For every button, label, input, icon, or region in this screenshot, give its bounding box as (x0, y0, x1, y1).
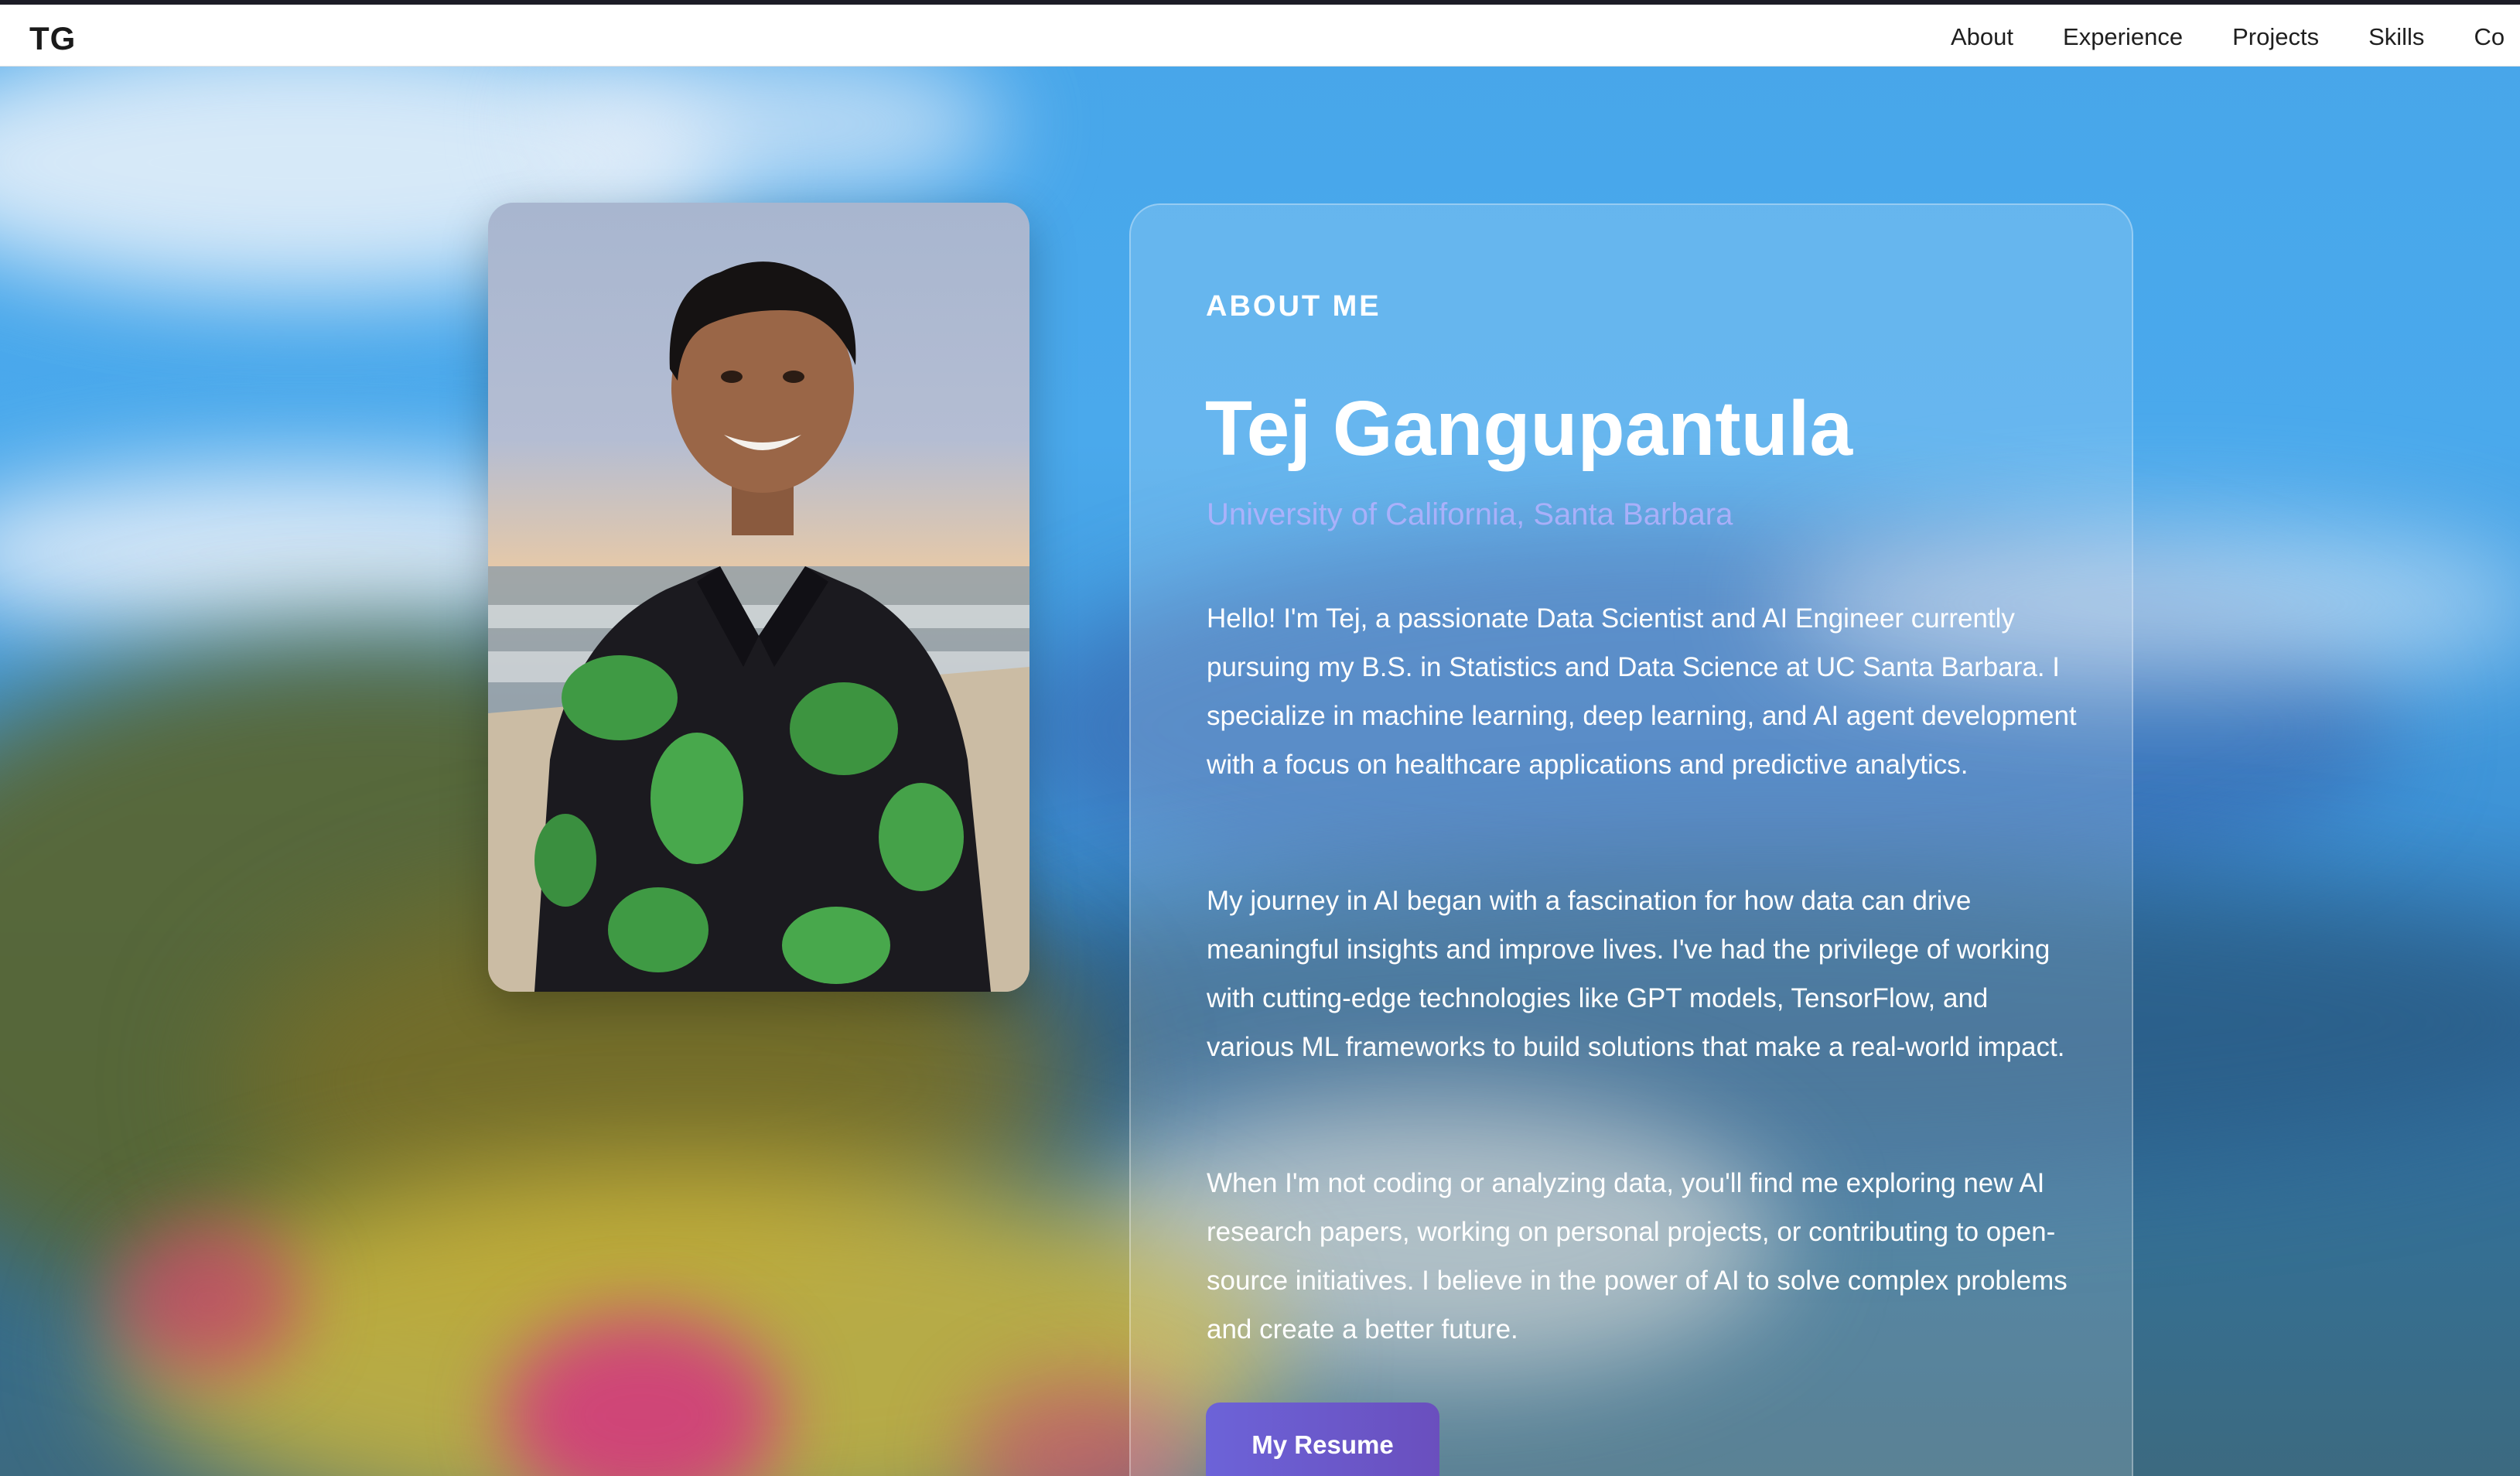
about-paragraph: Hello! I'm Tej, a passionate Data Scient… (1207, 603, 2077, 780)
site-logo[interactable]: TG (29, 20, 76, 57)
nav-links: About Experience Projects Skills Co (1951, 23, 2520, 51)
nav-link-skills[interactable]: Skills (2368, 23, 2424, 51)
profile-photo-illustration (488, 261, 1030, 992)
profile-name: Tej Gangupantula (1205, 385, 1853, 472)
nav-link-experience[interactable]: Experience (2063, 23, 2183, 51)
about-card: ABOUT ME Tej Gangupantula University of … (1129, 203, 2133, 1476)
nav-link-contact[interactable]: Co (2474, 23, 2505, 51)
about-paragraph: My journey in AI began with a fascinatio… (1207, 886, 2065, 1062)
profile-photo (488, 203, 1030, 992)
resume-button[interactable]: My Resume (1206, 1403, 1439, 1476)
nav-link-about[interactable]: About (1951, 23, 2013, 51)
section-eyebrow: ABOUT ME (1206, 290, 1381, 323)
background-cloud (541, 46, 1006, 201)
background-flowers (116, 1222, 302, 1377)
top-navbar: TG About Experience Projects Skills Co (0, 0, 2520, 67)
about-paragraph: When I'm not coding or analyzing data, y… (1207, 1168, 2068, 1344)
nav-link-projects[interactable]: Projects (2232, 23, 2319, 51)
profile-school: University of California, Santa Barbara (1207, 497, 1733, 531)
